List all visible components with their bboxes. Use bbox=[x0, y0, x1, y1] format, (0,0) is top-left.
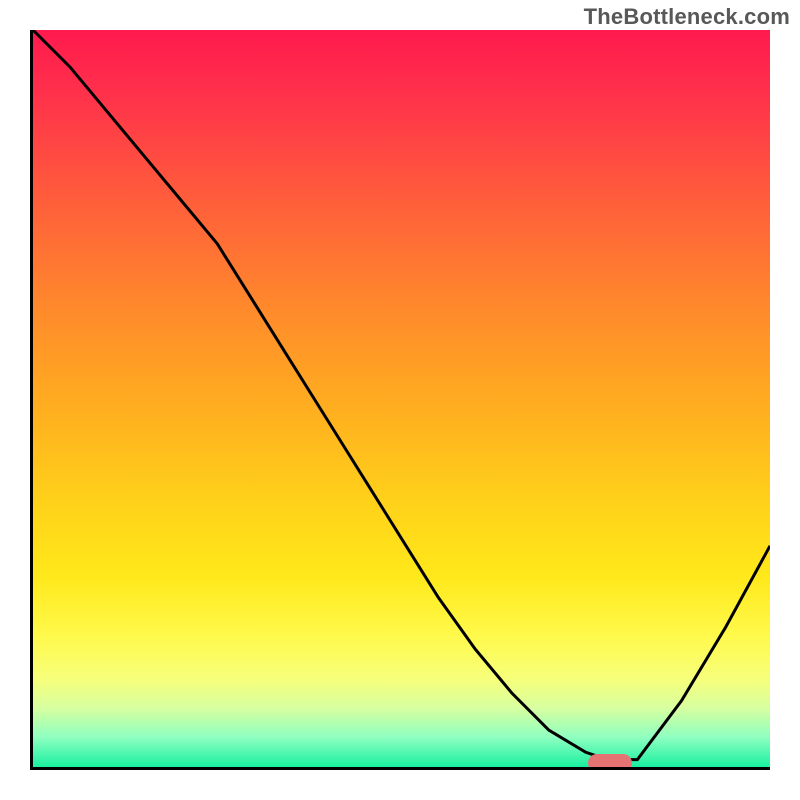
plot-area bbox=[30, 30, 770, 770]
watermark-text: TheBottleneck.com bbox=[584, 4, 790, 30]
bottleneck-curve bbox=[33, 30, 770, 767]
curve-path bbox=[33, 30, 770, 760]
chart-container: TheBottleneck.com bbox=[0, 0, 800, 800]
optimal-marker bbox=[588, 754, 632, 770]
